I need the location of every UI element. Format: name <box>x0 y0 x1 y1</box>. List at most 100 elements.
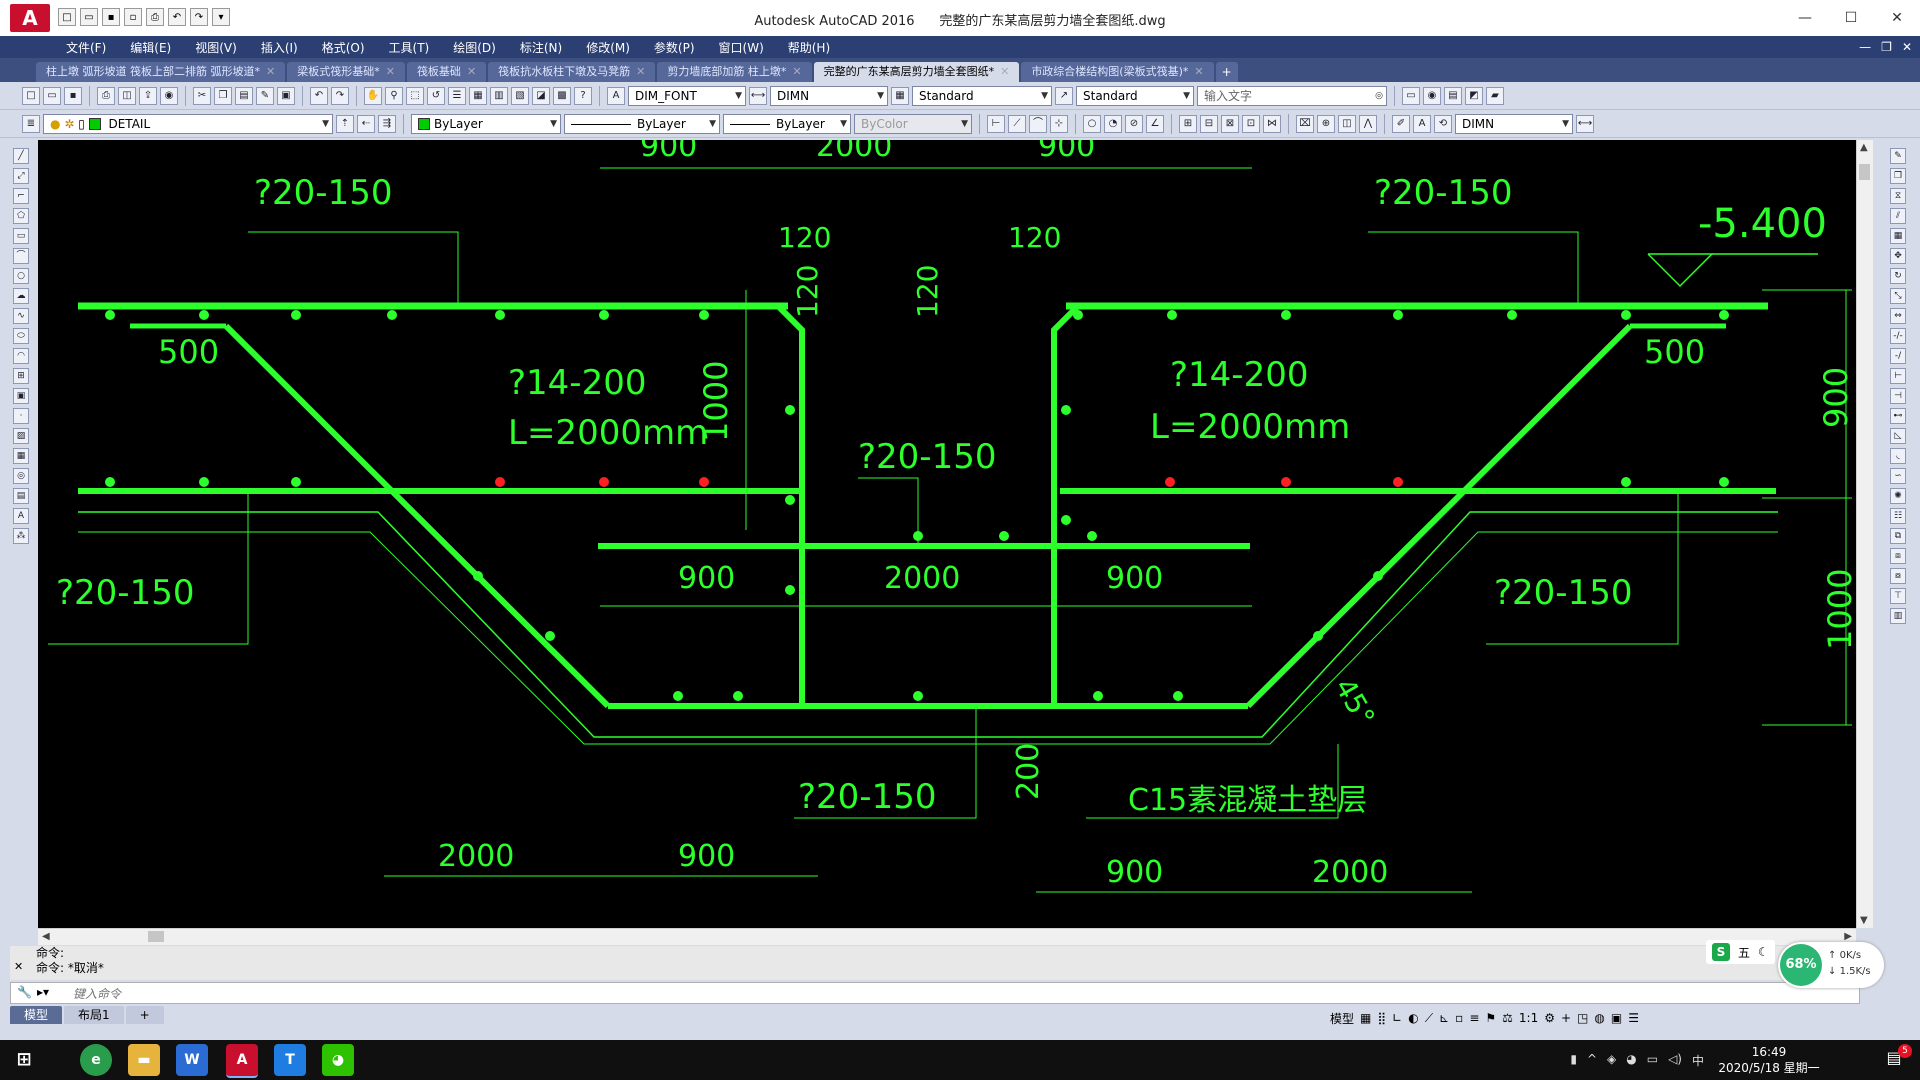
add-layout-button[interactable]: + <box>125 1006 164 1024</box>
zoom-realtime-icon[interactable]: ⚲ <box>385 86 403 105</box>
3d-print-icon[interactable]: ◉ <box>160 86 178 105</box>
mdi-restore-icon[interactable]: ❐ <box>1881 40 1892 54</box>
table-style-icon[interactable]: ▦ <box>891 86 909 105</box>
layer-walk-icon[interactable]: ☷ <box>1890 508 1906 524</box>
layer-state-icon[interactable]: ⇶ <box>378 114 396 133</box>
gradient-icon[interactable]: ▦ <box>13 448 29 464</box>
ime-mode[interactable]: 五 <box>1738 944 1750 961</box>
revision-cloud-icon[interactable]: ☁ <box>13 288 29 304</box>
undo-icon[interactable]: ↶ <box>310 86 328 105</box>
paste-icon[interactable]: ▤ <box>235 86 253 105</box>
sheet-set-icon[interactable]: ▧ <box>511 86 529 105</box>
autocad-taskbar-icon[interactable]: A <box>226 1044 258 1078</box>
dim-style-select-2[interactable]: DIMN ▼ <box>1455 113 1573 134</box>
tool-palettes-icon[interactable]: ▥ <box>490 86 508 105</box>
insert-block-icon[interactable]: ⊞ <box>13 368 29 384</box>
multileader-style-select[interactable]: Standard ▼ <box>1076 85 1194 106</box>
zoom-previous-icon[interactable]: ↺ <box>427 86 445 105</box>
mdi-close-icon[interactable]: ✕ <box>1902 40 1912 54</box>
close-icon[interactable]: ✕ <box>467 62 476 82</box>
scroll-right-icon[interactable]: ▶ <box>1844 931 1852 942</box>
help-icon[interactable]: ? <box>574 86 592 105</box>
text-front-icon[interactable]: ⊤ <box>1890 588 1906 604</box>
spline-icon[interactable]: ∿ <box>13 308 29 324</box>
doc-tab[interactable]: 梁板式筏形基础* ✕ <box>287 62 405 82</box>
publish-icon[interactable]: ⇪ <box>139 86 157 105</box>
maximize-button[interactable]: ☐ <box>1828 0 1874 36</box>
ellipse-icon[interactable]: ⬭ <box>13 328 29 344</box>
sogou-icon[interactable]: S <box>1712 943 1730 961</box>
menu-insert[interactable]: 插入(I) <box>249 39 310 56</box>
page-setup-icon[interactable]: ▤ <box>1444 86 1462 105</box>
isodraft-icon[interactable]: ⟋ <box>1425 1011 1433 1026</box>
wrench-icon[interactable]: 🔧 <box>17 985 32 999</box>
windows-start-icon[interactable]: ⊞ <box>8 1044 40 1076</box>
doc-tab[interactable]: 筏板抗水板柱下墩及马凳筋 ✕ <box>488 62 656 82</box>
multiline-text-icon[interactable]: A <box>13 508 29 524</box>
aligned-dim-icon[interactable]: ⟋ <box>1008 114 1026 133</box>
quick-dim-icon[interactable]: ⊞ <box>1179 114 1197 133</box>
drawing-area[interactable]: 900 2000 900 ?20-150 ?20-150 120 120 120 120 -5.4… <box>38 140 1856 928</box>
command-prompt-icon[interactable]: ▸▾ <box>37 985 49 999</box>
plus-icon[interactable]: + <box>1561 1011 1571 1025</box>
ordinate-dim-icon[interactable]: ⊹ <box>1050 114 1068 133</box>
menu-parametric[interactable]: 参数(P) <box>642 39 707 56</box>
angular-dim-icon[interactable]: ∠ <box>1146 114 1164 133</box>
linear-dim-icon[interactable]: ⊢ <box>987 114 1005 133</box>
model-space-button[interactable]: 模型 <box>1330 1010 1354 1027</box>
object-snap-tracking-icon[interactable]: ⊾ <box>1439 1011 1449 1025</box>
plot-icon[interactable]: ⎙ <box>97 86 115 105</box>
jogged-linear-icon[interactable]: ⋀ <box>1359 114 1377 133</box>
linetype-select[interactable]: ByLayer ▼ <box>564 113 720 134</box>
zoom-window-icon[interactable]: ⬚ <box>406 86 424 105</box>
scale-icon[interactable]: ⤡ <box>1890 288 1906 304</box>
annotation-visibility-icon[interactable]: ⚑ <box>1485 1011 1496 1025</box>
ortho-icon[interactable]: ∟ <box>1392 1011 1402 1025</box>
wechat-tray-icon[interactable]: ◕ <box>1626 1052 1636 1069</box>
trim-icon[interactable]: -/- <box>1890 328 1906 344</box>
close-icon[interactable]: ✕ <box>386 62 395 82</box>
match-properties-icon[interactable]: ✎ <box>256 86 274 105</box>
rectangle-icon[interactable]: ▭ <box>13 228 29 244</box>
table-icon[interactable]: ▤ <box>13 488 29 504</box>
center-mark-icon[interactable]: ⊕ <box>1317 114 1335 133</box>
battery-icon[interactable]: ▮ <box>1570 1052 1577 1069</box>
minimize-button[interactable]: — <box>1782 0 1828 36</box>
line-icon[interactable]: ╱ <box>13 148 29 164</box>
dim-update-icon[interactable]: ⟲ <box>1434 114 1452 133</box>
markup-icon[interactable]: ◪ <box>532 86 550 105</box>
circle-icon[interactable]: ○ <box>13 268 29 284</box>
moon-icon[interactable]: ☾ <box>1758 945 1769 959</box>
publish-dwf-icon[interactable]: ◩ <box>1465 86 1483 105</box>
tolerance-icon[interactable]: ⌧ <box>1296 114 1314 133</box>
break-icon[interactable]: ⊣ <box>1890 388 1906 404</box>
close-icon[interactable]: ✕ <box>636 62 645 82</box>
binoculars-icon[interactable]: ◎ <box>1375 87 1383 105</box>
scroll-thumb[interactable] <box>148 931 164 942</box>
customization-icon[interactable]: ☰ <box>1628 1011 1639 1025</box>
file-explorer-icon[interactable]: ▬ <box>128 1044 160 1076</box>
calculator-icon[interactable]: ▩ <box>553 86 571 105</box>
break-at-point-icon[interactable]: ⊢ <box>1890 368 1906 384</box>
menu-tools[interactable]: 工具(T) <box>377 39 442 56</box>
chamfer-icon[interactable]: ◺ <box>1890 428 1906 444</box>
clean-screen-icon[interactable]: ▣ <box>1611 1011 1622 1025</box>
scroll-up-icon[interactable]: ▲ <box>1860 142 1868 153</box>
horizontal-scrollbar[interactable]: ◀ ▶ <box>38 928 1856 945</box>
hatch-icon[interactable]: ▨ <box>13 428 29 444</box>
diameter-dim-icon[interactable]: ⊘ <box>1125 114 1143 133</box>
text-style-icon[interactable]: A <box>607 86 625 105</box>
new-tab-button[interactable]: + <box>1215 62 1238 82</box>
dim-style-manager-icon[interactable]: ⟷ <box>1576 114 1594 133</box>
menu-format[interactable]: 格式(O) <box>310 39 377 56</box>
dim-style-icon[interactable]: ⟷ <box>749 86 767 105</box>
radius-dim-icon[interactable]: ○ <box>1083 114 1101 133</box>
save-icon[interactable]: ▪ <box>64 86 82 105</box>
text-app-icon[interactable]: T <box>274 1044 306 1076</box>
add-selected-icon[interactable]: ⁂ <box>13 528 29 544</box>
menu-window[interactable]: 窗口(W) <box>707 39 776 56</box>
dim-space-icon[interactable]: ⊡ <box>1242 114 1260 133</box>
multileader-style-icon[interactable]: ↗ <box>1055 86 1073 105</box>
move-icon[interactable]: ✥ <box>1890 248 1906 264</box>
copy-object-icon[interactable]: ❐ <box>1890 168 1906 184</box>
